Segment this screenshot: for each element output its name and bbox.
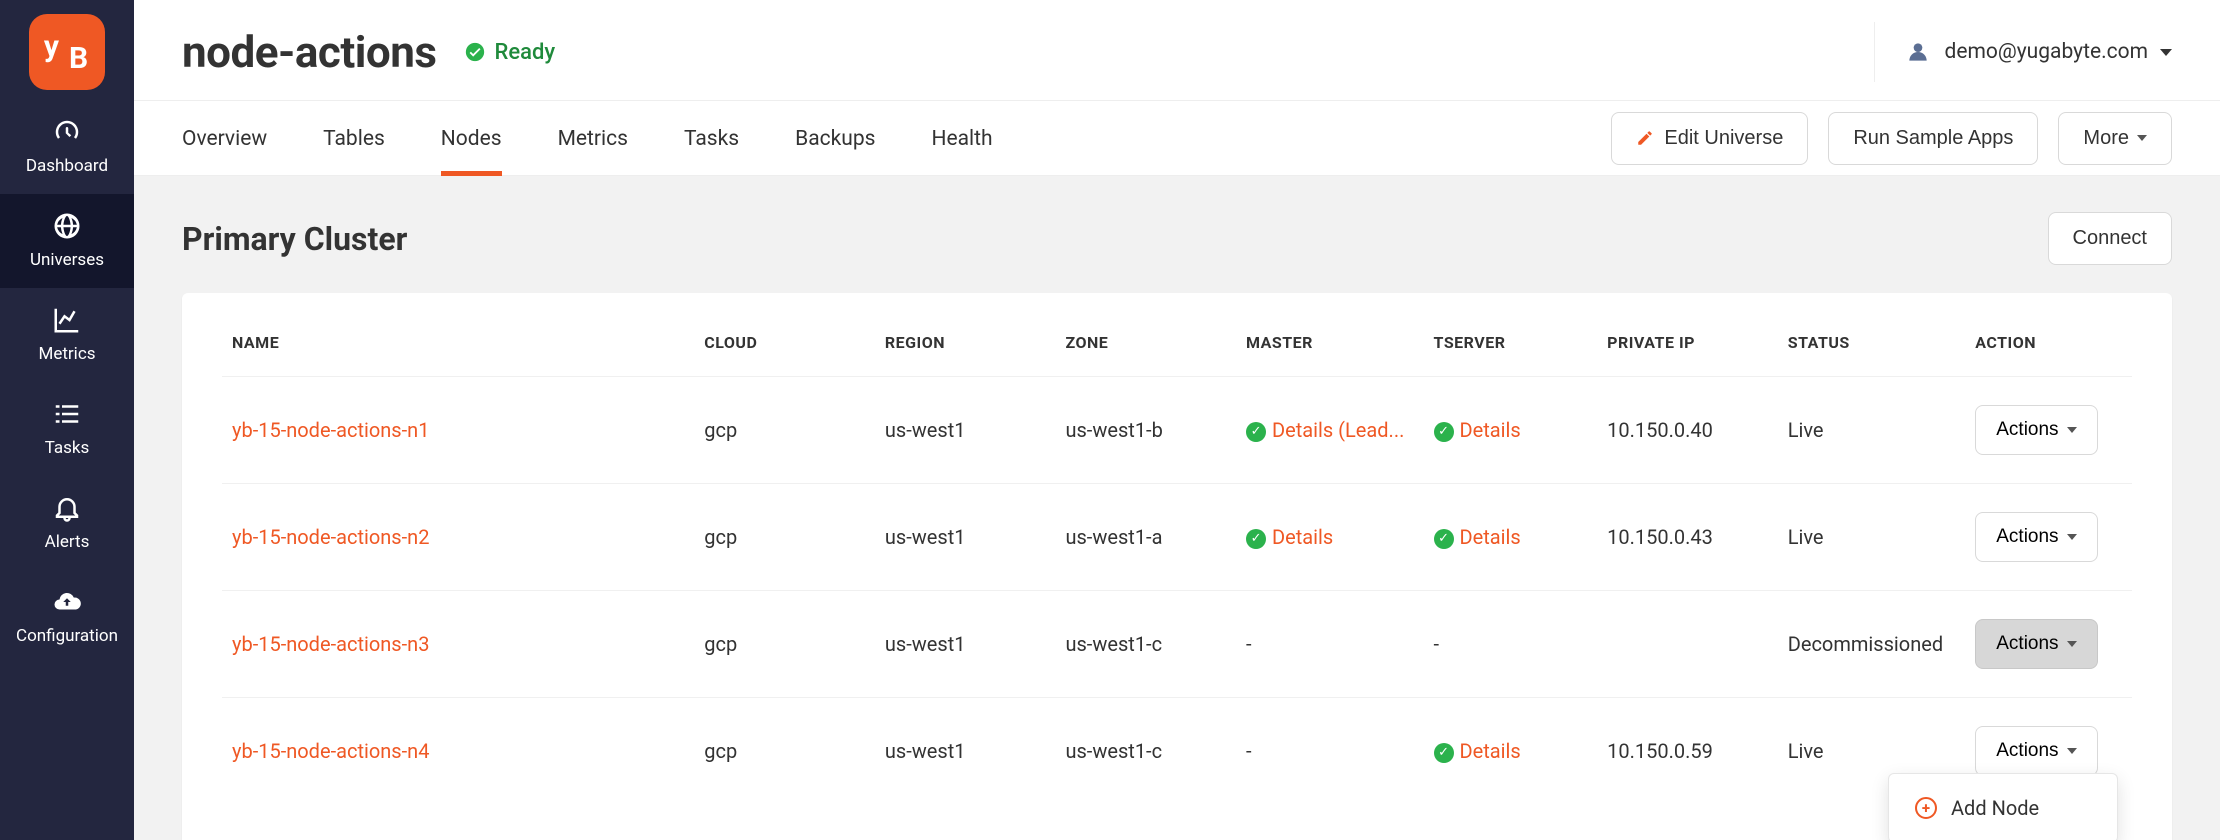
logo[interactable]: yB <box>29 14 105 90</box>
user-email: demo@yugabyte.com <box>1945 40 2149 64</box>
col-name: NAME <box>222 319 694 377</box>
col-region: REGION <box>875 319 1056 377</box>
tserver-details-link[interactable]: Details <box>1460 418 1521 442</box>
caret-down-icon <box>2137 135 2147 141</box>
tab-nodes[interactable]: Nodes <box>441 101 502 175</box>
sidebar-item-label: Universes <box>30 250 104 270</box>
actions-dropdown: + Add Node <box>1888 773 2118 840</box>
master-details-link[interactable]: Details <box>1272 525 1333 549</box>
node-name-link[interactable]: yb-15-node-actions-n2 <box>232 525 429 549</box>
sidebar-item-label: Tasks <box>45 438 90 458</box>
sidebar-item-label: Configuration <box>16 626 118 646</box>
sidebar-item-configuration[interactable]: Configuration <box>0 570 134 664</box>
run-sample-apps-button[interactable]: Run Sample Apps <box>1828 112 2038 165</box>
col-master: MASTER <box>1236 319 1424 377</box>
connect-button[interactable]: Connect <box>2048 212 2173 265</box>
node-name-link[interactable]: yb-15-node-actions-n4 <box>232 739 429 763</box>
col-action: ACTION <box>1965 319 2132 377</box>
table-row: yb-15-node-actions-n1gcpus-west1us-west1… <box>222 377 2132 484</box>
col-status: STATUS <box>1778 319 1966 377</box>
col-tserver: TSERVER <box>1424 319 1598 377</box>
row-actions-button[interactable]: Actions <box>1975 726 2097 776</box>
nodes-table-card: NAME CLOUD REGION ZONE MASTER TSERVER PR… <box>182 293 2172 840</box>
tserver-details-link[interactable]: Details <box>1460 525 1521 549</box>
sidebar-item-label: Alerts <box>45 532 90 552</box>
person-icon <box>1905 39 1931 65</box>
tabbar: Overview Tables Nodes Metrics Tasks Back… <box>134 100 2220 176</box>
plus-circle-icon: + <box>1915 797 1937 819</box>
check-circle-icon: ✓ <box>1434 422 1454 442</box>
table-row: yb-15-node-actions-n3gcpus-west1us-west1… <box>222 591 2132 698</box>
col-zone: ZONE <box>1055 319 1236 377</box>
sidebar-item-alerts[interactable]: Alerts <box>0 476 134 570</box>
globe-icon <box>52 210 82 242</box>
edit-universe-button[interactable]: Edit Universe <box>1611 112 1808 165</box>
cluster-title: Primary Cluster <box>182 220 407 258</box>
sidebar: yB Dashboard Universes Metrics Tasks <box>0 0 134 840</box>
caret-down-icon <box>2160 49 2172 56</box>
check-circle-icon: ✓ <box>1246 529 1266 549</box>
table-row: yb-15-node-actions-n2gcpus-west1us-west1… <box>222 484 2132 591</box>
col-ip: PRIVATE IP <box>1597 319 1778 377</box>
check-circle-icon: ✓ <box>1246 422 1266 442</box>
check-circle-icon: ✓ <box>1434 743 1454 763</box>
chart-line-icon <box>52 304 82 336</box>
sidebar-item-tasks[interactable]: Tasks <box>0 382 134 476</box>
pencil-icon <box>1636 129 1654 147</box>
caret-down-icon <box>2067 748 2077 754</box>
add-node-item[interactable]: + Add Node <box>1911 788 2095 828</box>
tab-tasks[interactable]: Tasks <box>684 101 739 175</box>
tserver-details-link[interactable]: Details <box>1460 739 1521 763</box>
sidebar-item-metrics[interactable]: Metrics <box>0 288 134 382</box>
node-name-link[interactable]: yb-15-node-actions-n3 <box>232 632 429 656</box>
row-actions-button[interactable]: Actions <box>1975 619 2097 669</box>
page-title: node-actions <box>182 26 436 78</box>
caret-down-icon <box>2067 534 2077 540</box>
tab-backups[interactable]: Backups <box>795 101 875 175</box>
check-circle-icon: ✓ <box>1434 529 1454 549</box>
sidebar-item-label: Metrics <box>39 344 96 364</box>
list-icon <box>52 398 82 430</box>
table-row: yb-15-node-actions-n4gcpus-west1us-west1… <box>222 698 2132 805</box>
tab-health[interactable]: Health <box>931 101 992 175</box>
sidebar-item-dashboard[interactable]: Dashboard <box>0 100 134 194</box>
col-cloud: CLOUD <box>694 319 875 377</box>
topbar: node-actions Ready demo@yugabyte.com <box>134 0 2220 100</box>
row-actions-button[interactable]: Actions <box>1975 512 2097 562</box>
tab-overview[interactable]: Overview <box>182 101 267 175</box>
user-menu[interactable]: demo@yugabyte.com <box>1874 22 2173 82</box>
master-details-link[interactable]: Details (Lead... <box>1272 418 1404 442</box>
bell-icon <box>52 492 82 524</box>
row-actions-button[interactable]: Actions <box>1975 405 2097 455</box>
tab-metrics[interactable]: Metrics <box>558 101 628 175</box>
status-badge: Ready <box>464 40 555 65</box>
more-button[interactable]: More <box>2058 112 2172 165</box>
caret-down-icon <box>2067 641 2077 647</box>
caret-down-icon <box>2067 427 2077 433</box>
cloud-upload-icon <box>52 586 82 618</box>
gauge-icon <box>52 116 82 148</box>
tab-tables[interactable]: Tables <box>323 101 385 175</box>
sidebar-item-universes[interactable]: Universes <box>0 194 134 288</box>
node-name-link[interactable]: yb-15-node-actions-n1 <box>232 418 429 442</box>
sidebar-item-label: Dashboard <box>26 156 108 176</box>
nodes-table: NAME CLOUD REGION ZONE MASTER TSERVER PR… <box>222 319 2132 804</box>
check-circle-icon <box>464 41 486 63</box>
